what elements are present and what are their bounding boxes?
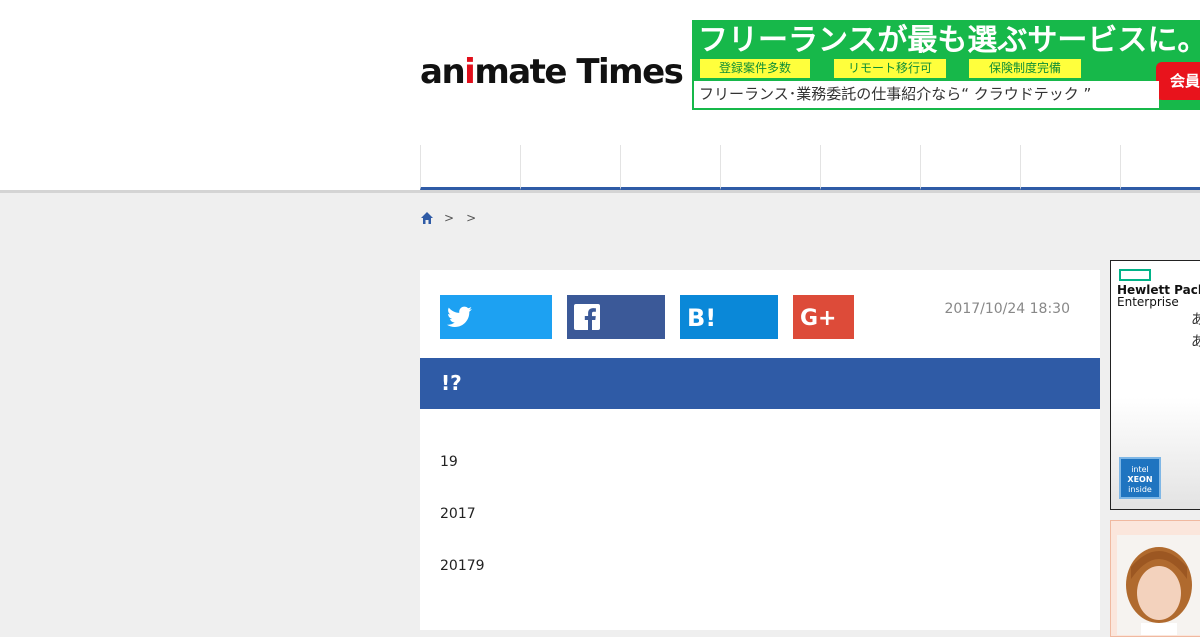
facebook-share-button[interactable]: [567, 295, 665, 339]
site-logo[interactable]: animate Times: [420, 52, 684, 92]
ad-brand-subname: Enterprise: [1117, 295, 1179, 309]
article-paragraph: 2017: [440, 506, 476, 522]
svg-text:B!: B!: [687, 304, 716, 330]
header-ad-banner[interactable]: フリーランスが最も選ぶサービスに。 登録案件多数 リモート移行可 保険制度完備 …: [692, 20, 1200, 110]
svg-text:G+: G+: [800, 306, 837, 330]
nav-item[interactable]: [720, 145, 820, 190]
main-nav: [0, 145, 1200, 193]
intel-xeon-badge: intel XEON inside: [1119, 457, 1161, 499]
ad-subline: フリーランス･業務委託の仕事紹介なら“ クラウドテック ”: [694, 81, 1159, 108]
hpe-logo-bar: [1119, 269, 1151, 281]
article-date: 2017/10/24 18:30: [944, 301, 1071, 317]
ad-signup-button[interactable]: 会員: [1156, 62, 1200, 100]
article-card: B! G+ 2017/10/24 18:30 !? 19 2017 20179: [420, 270, 1100, 630]
google-plus-share-button[interactable]: G+: [793, 295, 854, 339]
ad-headline: フリーランスが最も選ぶサービスに。: [698, 23, 1200, 58]
breadcrumb-separator: >: [466, 211, 477, 225]
nav-item[interactable]: [820, 145, 920, 190]
nav-item[interactable]: [520, 145, 620, 190]
ad-text: あ: [1191, 331, 1200, 351]
sidebar-ad-photo[interactable]: [1110, 520, 1200, 637]
hatena-bookmark-icon: B!: [687, 304, 716, 330]
article-title: !?: [420, 358, 1100, 409]
ad-tag: 登録案件多数: [700, 59, 810, 78]
nav-item[interactable]: [1120, 145, 1200, 190]
logo-text-prefix: an: [420, 52, 466, 92]
sidebar-ad-hpe[interactable]: Hewlett Packard Enterprise あ あ intel XEO…: [1110, 260, 1200, 510]
breadcrumb-separator: >: [444, 211, 455, 225]
badge-line: XEON: [1127, 475, 1153, 484]
nav-item[interactable]: [920, 145, 1020, 190]
nav-item[interactable]: [420, 145, 520, 190]
site-header: animate Times フリーランスが最も選ぶサービスに。 登録案件多数 リ…: [0, 0, 1200, 146]
nav-item[interactable]: [620, 145, 720, 190]
ad-tag: 保険制度完備: [969, 59, 1081, 78]
nav-item[interactable]: [1020, 145, 1120, 190]
twitter-share-button[interactable]: [440, 295, 552, 339]
badge-line: intel: [1131, 465, 1149, 474]
breadcrumb: > >: [420, 209, 488, 227]
home-icon[interactable]: [420, 211, 434, 225]
ad-photo: [1117, 535, 1200, 635]
hatena-bookmark-share-button[interactable]: B!: [680, 295, 778, 339]
twitter-icon: [447, 306, 472, 327]
badge-line: inside: [1128, 485, 1152, 494]
facebook-icon: [574, 304, 600, 330]
logo-text-i: i: [464, 52, 476, 92]
ad-tag: リモート移行可: [834, 59, 946, 78]
logo-text-suffix: mate Times: [474, 52, 684, 92]
article-paragraph: 19: [440, 454, 458, 470]
ad-text: あ: [1191, 309, 1200, 329]
google-plus-icon: G+: [800, 306, 837, 330]
article-paragraph: 20179: [440, 558, 485, 574]
